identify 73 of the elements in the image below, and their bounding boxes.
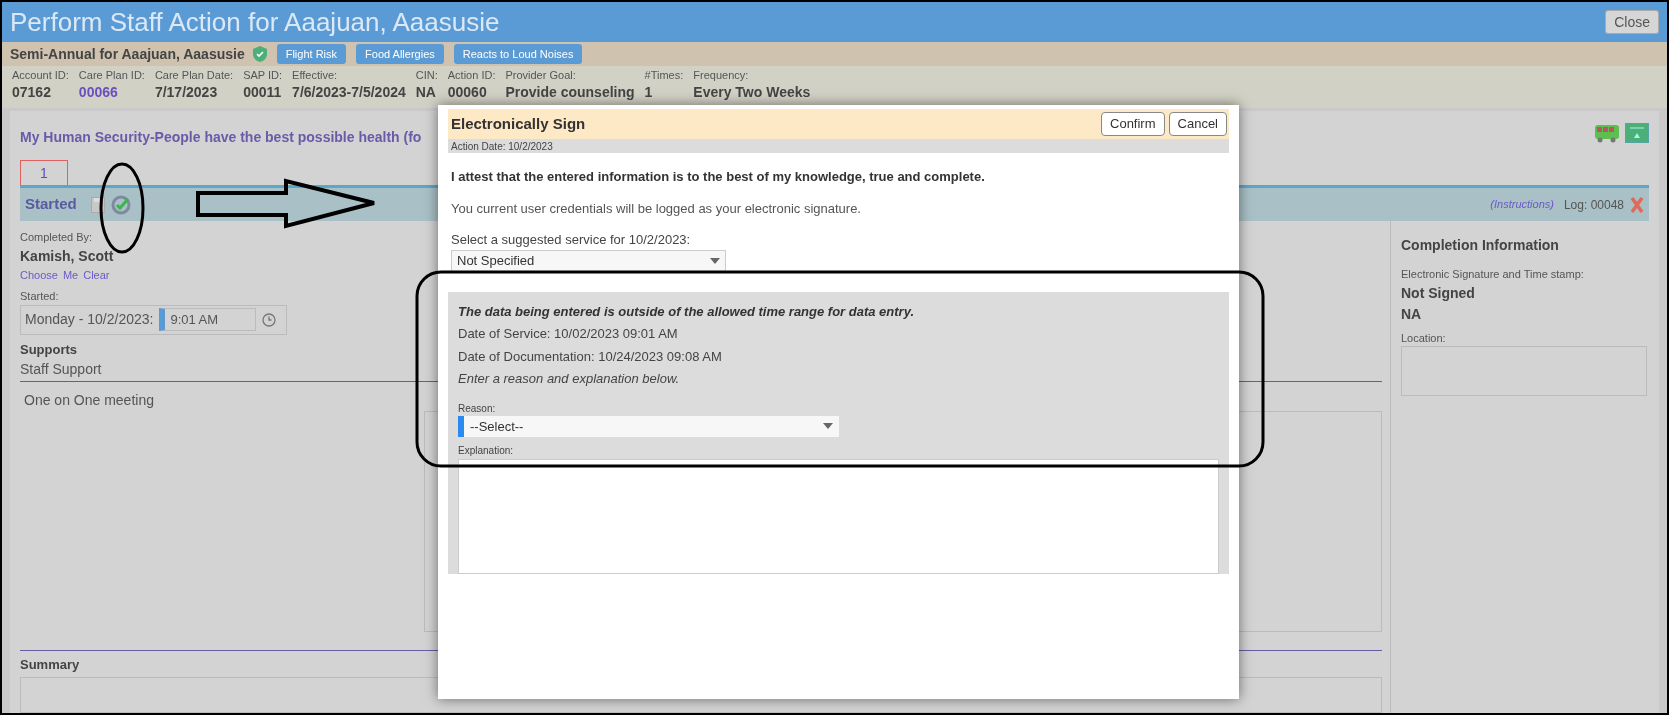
bus-icon[interactable] <box>1595 123 1619 143</box>
info-label: Action ID: <box>447 68 496 83</box>
status-label: Started <box>25 194 77 215</box>
person-link[interactable]: Clear <box>83 266 110 283</box>
info-label: Provider Goal: <box>505 68 577 83</box>
info-label: Frequency: <box>693 68 750 83</box>
person-link[interactable]: Me <box>62 266 79 283</box>
info-value: Every Two Weeks <box>693 83 811 100</box>
signature-label: Electronic Signature and Time stamp: <box>1401 267 1585 282</box>
info-label: Account ID: <box>12 68 69 83</box>
reason-select[interactable]: --Select-- <box>458 415 839 438</box>
service-select[interactable]: Not Specified <box>451 249 726 272</box>
instructions-link[interactable]: (Instructions) <box>1490 196 1554 213</box>
delete-x-icon[interactable] <box>1630 196 1644 213</box>
warning-instruction: Enter a reason and explanation below. <box>458 370 681 388</box>
supports-title: Supports <box>20 340 78 359</box>
caret-icon <box>823 423 833 430</box>
plan-title: Semi-Annual for Aaajuan, Aaasusie <box>10 44 245 64</box>
completion-title: Completion Information <box>1401 236 1560 255</box>
window-title: Perform Staff Action for Aaajuan, Aaasusie <box>10 5 500 39</box>
caret-icon <box>710 257 720 264</box>
signature-status: Not Signed <box>1401 283 1476 303</box>
info-value[interactable]: 00066 <box>78 83 145 100</box>
info-label: Care Plan ID: <box>78 68 145 83</box>
alert-tag[interactable]: Reacts to Loud Noises <box>453 43 583 65</box>
info-value: 07162 <box>12 83 52 100</box>
info-label: SAP ID: <box>243 68 283 83</box>
check-circle-icon[interactable] <box>110 194 131 215</box>
attest-text: I attest that the entered information is to the best of my knowledge, true and complete. <box>451 168 986 186</box>
info-label: Care Plan Date: <box>154 68 234 83</box>
info-label: #Times: <box>644 68 684 83</box>
log-number: Log: 00048 <box>1563 196 1624 214</box>
info-value: 7/6/2023-7/5/2024 <box>292 83 406 100</box>
shield-check-icon <box>252 46 267 62</box>
summary-title: Summary <box>20 656 80 674</box>
signature-time: NA <box>1401 304 1423 324</box>
person-link[interactable]: Choose <box>20 266 58 283</box>
started-date: Monday - 10/2/2023: <box>25 310 154 329</box>
supports-subtitle: Staff Support <box>20 360 102 379</box>
action-date-bar: Action Date: 10/2/2023 <box>448 139 1229 153</box>
warning-line: Date of Service: 10/02/2023 09:01 AM <box>458 325 679 343</box>
clock-icon[interactable] <box>262 312 277 327</box>
completed-by-name: Kamish, Scott <box>20 246 114 266</box>
location-field[interactable] <box>1401 346 1647 396</box>
completed-by-label: Completed By: <box>20 230 93 245</box>
close-button[interactable]: Close <box>1605 10 1659 34</box>
alert-tag[interactable]: Flight Risk <box>276 43 347 65</box>
goal-title: My Human Security-People have the best possible health (fo <box>20 128 422 147</box>
reason-label: Reason: <box>458 401 497 416</box>
warning-heading: The data being entered is outside of the allowed time range for data entry. <box>458 302 916 321</box>
info-value: 1 <box>644 83 654 100</box>
info-value: 00060 <box>447 83 488 100</box>
info-value: Provide counseling <box>505 83 635 100</box>
dialog-button[interactable]: Confirm <box>1101 112 1165 136</box>
info-value: 00011 <box>243 83 283 100</box>
support-text: One on One meeting <box>24 391 155 410</box>
credentials-text: You current user credentials will be logged as your electronic signature. <box>451 199 862 218</box>
info-value: 7/17/2023 <box>154 83 219 100</box>
info-label: CIN: <box>415 68 438 83</box>
alert-tag[interactable]: Food Allergies <box>356 43 444 65</box>
dialog-title: Electronically Sign <box>451 113 586 134</box>
dialog-button[interactable]: Cancel <box>1168 112 1227 136</box>
info-label: Effective: <box>292 68 339 83</box>
service-label: Select a suggested service for 10/2/2023: <box>451 231 692 249</box>
location-label: Location: <box>1401 330 1447 346</box>
tab[interactable]: 1 <box>20 160 68 185</box>
explanation-field[interactable] <box>458 459 1219 574</box>
started-label: Started: <box>20 289 59 304</box>
form-icon[interactable] <box>1625 123 1649 143</box>
info-value: NA <box>415 83 437 100</box>
warning-line: Date of Documentation: 10/24/2023 09:08 AM <box>458 347 723 366</box>
time-field[interactable]: 9:01 AM <box>159 308 257 331</box>
explanation-label: Explanation: <box>458 444 515 459</box>
